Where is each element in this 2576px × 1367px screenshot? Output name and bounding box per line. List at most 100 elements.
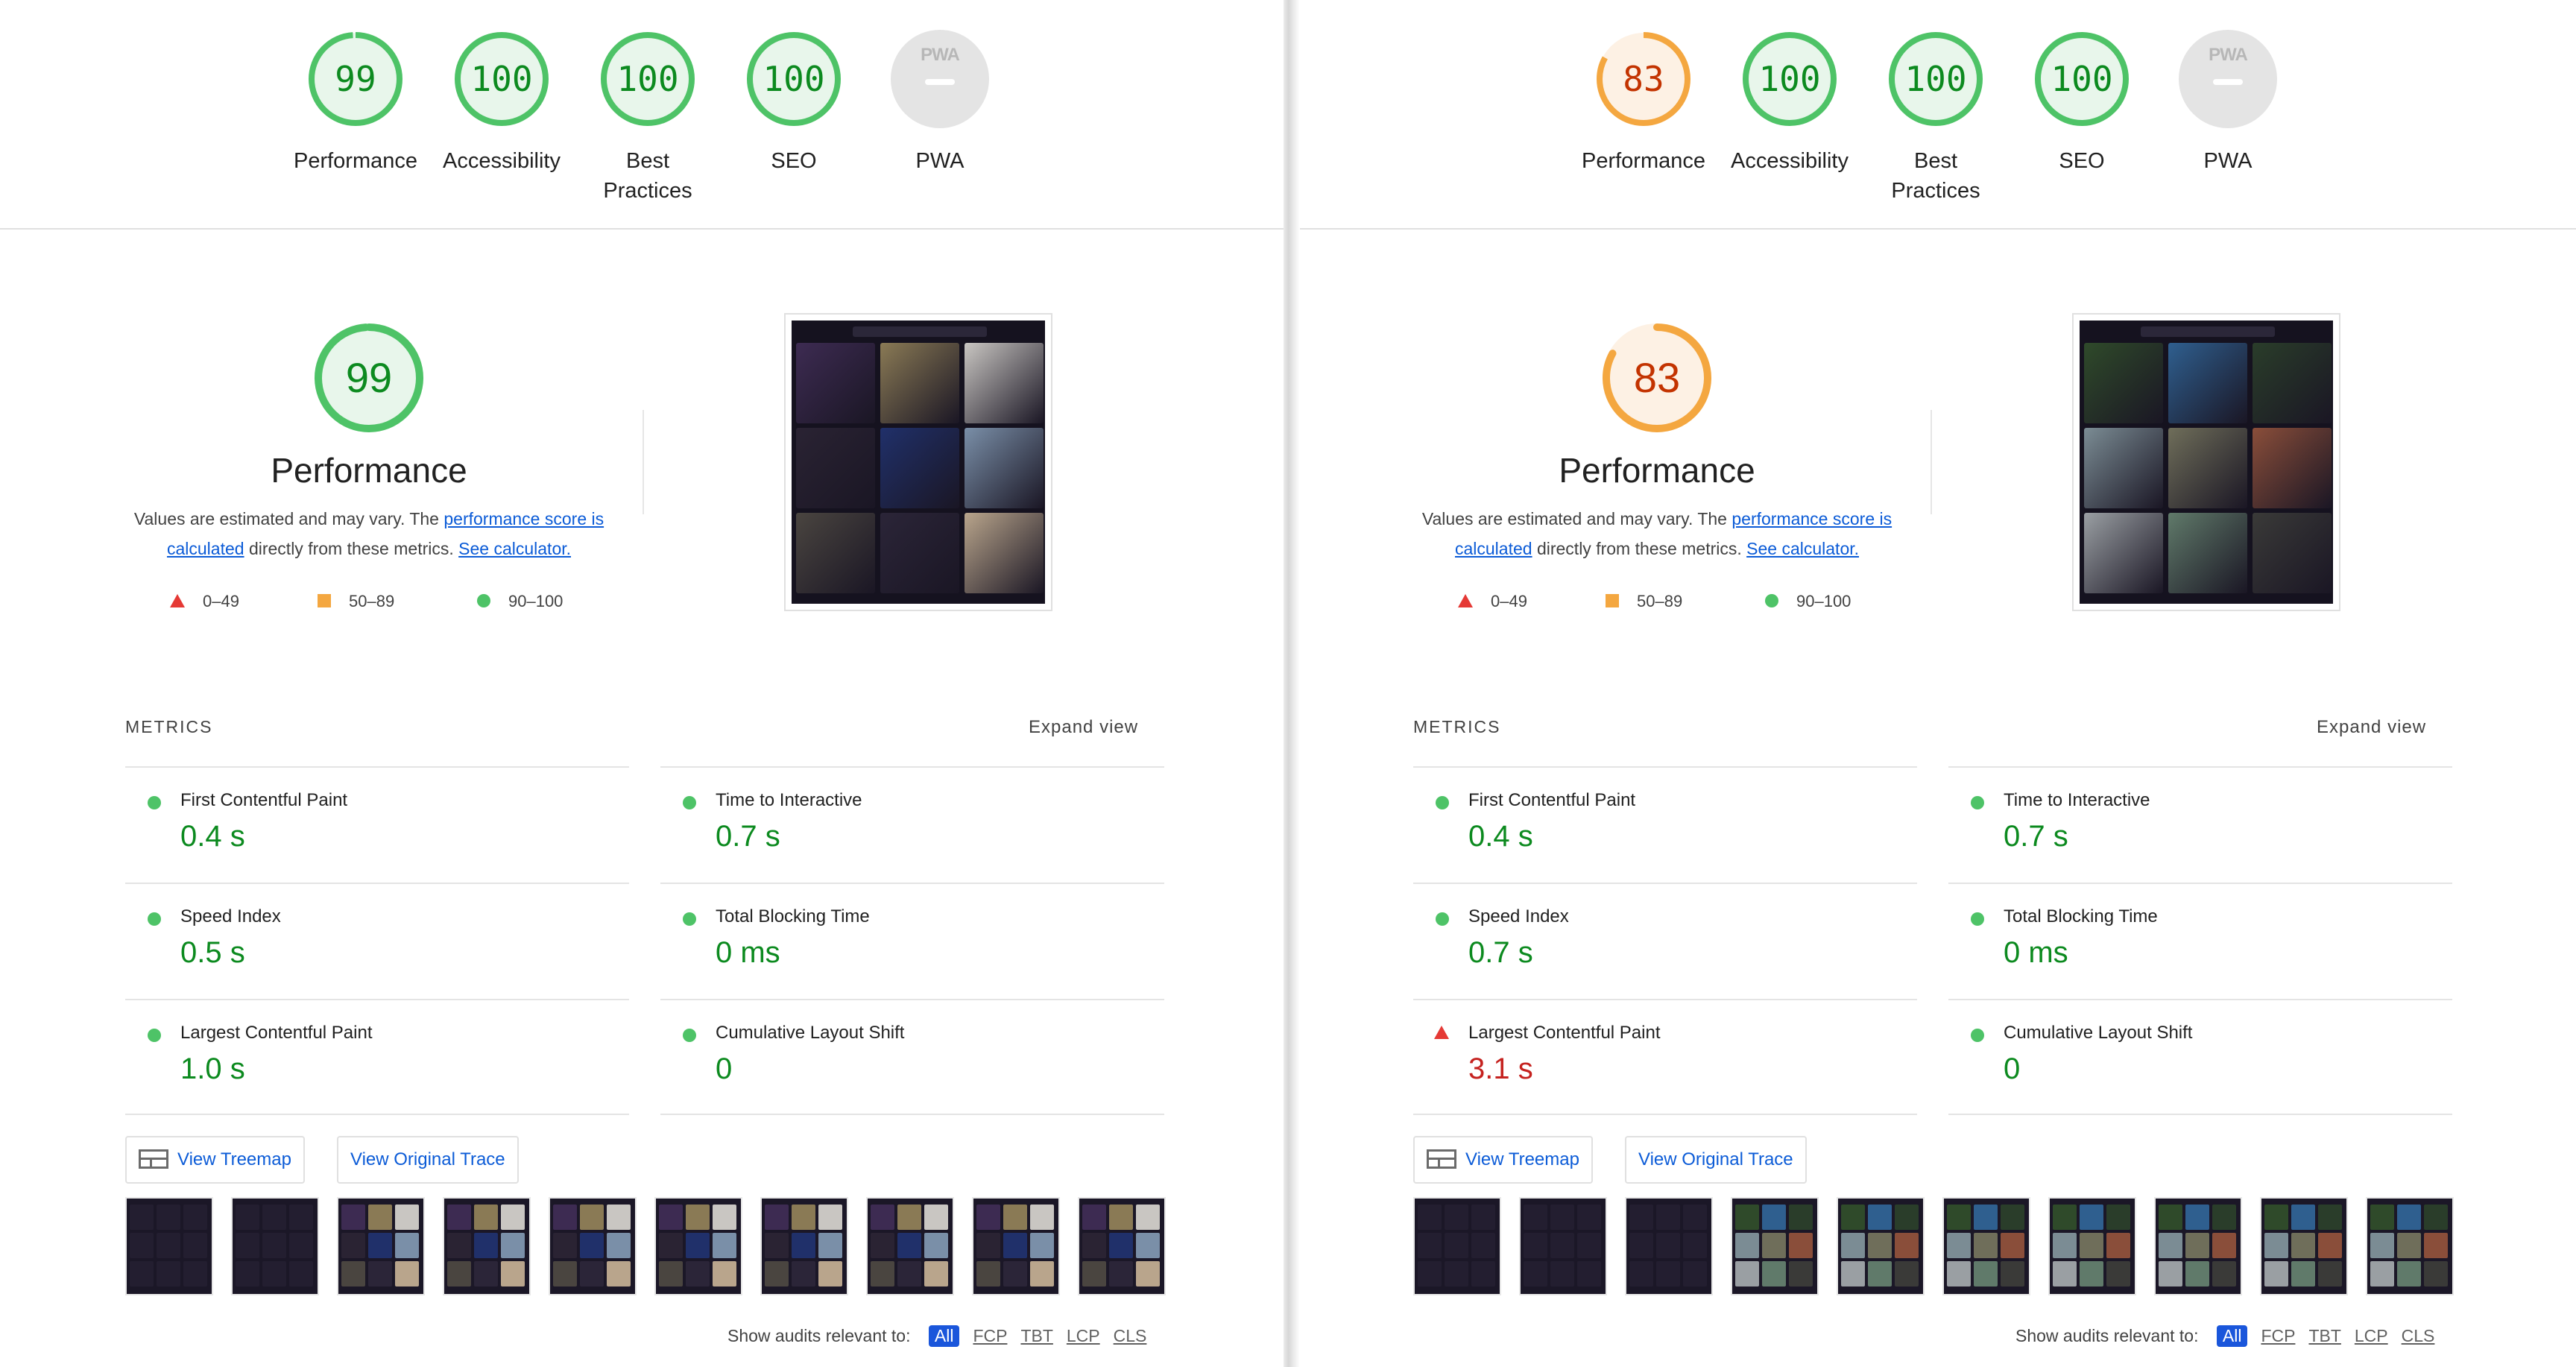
category-gauges: 99 Performance 100 Accessibility 100 Best Pra… <box>0 30 1288 224</box>
filmstrip-thumbnail <box>341 1233 365 1258</box>
performance-gauge: 99 <box>313 322 425 434</box>
filmstrip-frame[interactable] <box>1731 1197 1819 1295</box>
filmstrip-thumbnail <box>341 1261 365 1287</box>
gauge-accessibility[interactable]: 100 Accessibility <box>1711 30 1868 176</box>
expand-view-toggle[interactable]: Expand view <box>2317 717 2426 738</box>
metric-name: Total Blocking Time <box>2004 906 2158 926</box>
view-treemap-button[interactable]: View Treemap <box>1413 1136 1593 1184</box>
filmstrip-thumbnail <box>2291 1261 2315 1287</box>
screenshot-thumbnail <box>880 343 959 423</box>
filmstrip-thumbnail <box>2318 1261 2342 1287</box>
filmstrip-frame[interactable] <box>972 1197 1060 1295</box>
gauge-best-practices[interactable]: 100 Best Practices <box>1857 30 2014 206</box>
filmstrip-thumbnail <box>236 1205 259 1230</box>
triangle-icon <box>1434 1026 1449 1039</box>
screenshot-search-bar <box>2141 326 2275 337</box>
filmstrip-frame-grid <box>2053 1205 2132 1287</box>
metric-name: First Contentful Paint <box>1468 790 1636 810</box>
circle-icon <box>477 594 490 608</box>
performance-title: Performance <box>271 451 467 490</box>
filmstrip-frame[interactable] <box>1519 1197 1607 1295</box>
gauge-seo[interactable]: 100 SEO <box>2004 30 2160 176</box>
view-treemap-button[interactable]: View Treemap <box>125 1136 305 1184</box>
gauge-ring: 99 <box>306 30 405 128</box>
gauge-performance[interactable]: 83 Performance <box>1565 30 1722 176</box>
filmstrip-frame[interactable] <box>1078 1197 1166 1295</box>
audit-filter-tbt[interactable]: TBT <box>1020 1326 1052 1346</box>
filmstrip-frame[interactable] <box>125 1197 213 1295</box>
final-screenshot[interactable] <box>784 313 1052 611</box>
filmstrip-thumbnail <box>924 1261 948 1287</box>
filmstrip-thumbnail <box>2397 1233 2421 1258</box>
filmstrip-frame-grid <box>1629 1205 1708 1287</box>
see-calculator-link[interactable]: See calculator. <box>1746 539 1859 558</box>
gauge-seo[interactable]: 100 SEO <box>716 30 872 176</box>
gauge-pwa[interactable]: PWA PWA <box>2150 30 2306 176</box>
view-original-trace-label: View Original Trace <box>350 1149 505 1169</box>
filmstrip-thumbnail <box>2185 1205 2209 1230</box>
performance-score: 83 <box>1633 354 1681 401</box>
filmstrip-frame[interactable] <box>2260 1197 2348 1295</box>
filmstrip-frame[interactable] <box>337 1197 425 1295</box>
filmstrip-thumbnail <box>1082 1205 1106 1230</box>
view-original-trace-button[interactable]: View Original Trace <box>337 1136 519 1184</box>
filmstrip-frame-grid <box>553 1205 632 1287</box>
gauge-best-practices[interactable]: 100 Best Practices <box>569 30 726 206</box>
filmstrip-thumbnail <box>2106 1205 2130 1230</box>
gauge-accessibility[interactable]: 100 Accessibility <box>423 30 580 176</box>
filmstrip-frame[interactable] <box>1942 1197 2030 1295</box>
filmstrip-thumbnail <box>2291 1205 2315 1230</box>
view-original-trace-button[interactable]: View Original Trace <box>1625 1136 1807 1184</box>
expand-view-toggle[interactable]: Expand view <box>1029 717 1138 738</box>
filmstrip-frame[interactable] <box>443 1197 531 1295</box>
gauge-performance[interactable]: 99 Performance <box>277 30 434 176</box>
audit-filter-all[interactable]: All <box>2216 1325 2248 1347</box>
filmstrip-thumbnail <box>792 1233 815 1258</box>
treemap-icon <box>1427 1149 1456 1169</box>
gauge-label: SEO <box>2059 149 2105 173</box>
audit-filter-cls[interactable]: CLS <box>2402 1326 2435 1346</box>
filmstrip-thumbnail <box>818 1205 842 1230</box>
filmstrip-thumbnail <box>1947 1233 1971 1258</box>
screenshot-thumbnail <box>965 513 1044 593</box>
audit-filter-cls[interactable]: CLS <box>1114 1326 1147 1346</box>
filmstrip-thumbnail <box>1629 1205 1653 1230</box>
filmstrip-thumbnail <box>2001 1205 2024 1230</box>
filmstrip-frame[interactable] <box>866 1197 954 1295</box>
filmstrip-thumbnail <box>262 1261 286 1287</box>
filmstrip-frame[interactable] <box>760 1197 848 1295</box>
gauge-pwa[interactable]: PWA PWA <box>862 30 1018 176</box>
filmstrip-thumbnail <box>924 1233 948 1258</box>
filmstrip-thumbnail <box>236 1261 259 1287</box>
metric-time-to-interactive: Time to Interactive 0.7 s <box>1948 766 2452 883</box>
filmstrip-frame[interactable] <box>231 1197 319 1295</box>
filmstrip-frame[interactable] <box>2154 1197 2242 1295</box>
filmstrip-thumbnail <box>1136 1261 1160 1287</box>
description-text-mid: directly from these metrics. <box>1532 539 1747 558</box>
filmstrip-thumbnail <box>395 1233 419 1258</box>
audit-filter-fcp[interactable]: FCP <box>973 1326 1007 1346</box>
audit-filter-lcp[interactable]: LCP <box>2355 1326 2388 1346</box>
filmstrip-frame[interactable] <box>654 1197 742 1295</box>
filmstrip-thumbnail <box>659 1233 683 1258</box>
audit-filter-lcp[interactable]: LCP <box>1067 1326 1100 1346</box>
filmstrip-thumbnail <box>2424 1205 2448 1230</box>
metric-value: 0 <box>2004 1052 2021 1085</box>
filmstrip-frame[interactable] <box>1413 1197 1501 1295</box>
final-screenshot[interactable] <box>2072 313 2340 611</box>
screenshot-image-grid <box>796 343 1044 593</box>
filmstrip-frame[interactable] <box>1625 1197 1713 1295</box>
filmstrip-frame[interactable] <box>1837 1197 1925 1295</box>
filmstrip-frame[interactable] <box>2048 1197 2136 1295</box>
see-calculator-link[interactable]: See calculator. <box>458 539 571 558</box>
audit-filter-all[interactable]: All <box>928 1325 960 1347</box>
filmstrip-thumbnail <box>157 1261 180 1287</box>
header-divider <box>0 228 1288 230</box>
metric-value: 1.0 s <box>180 1052 245 1085</box>
circle-icon <box>1436 796 1449 809</box>
audit-filter-fcp[interactable]: FCP <box>2261 1326 2295 1346</box>
filmstrip-frame[interactable] <box>549 1197 637 1295</box>
filmstrip-frame[interactable] <box>2366 1197 2454 1295</box>
pwa-dash <box>2213 79 2243 85</box>
audit-filter-tbt[interactable]: TBT <box>2308 1326 2340 1346</box>
